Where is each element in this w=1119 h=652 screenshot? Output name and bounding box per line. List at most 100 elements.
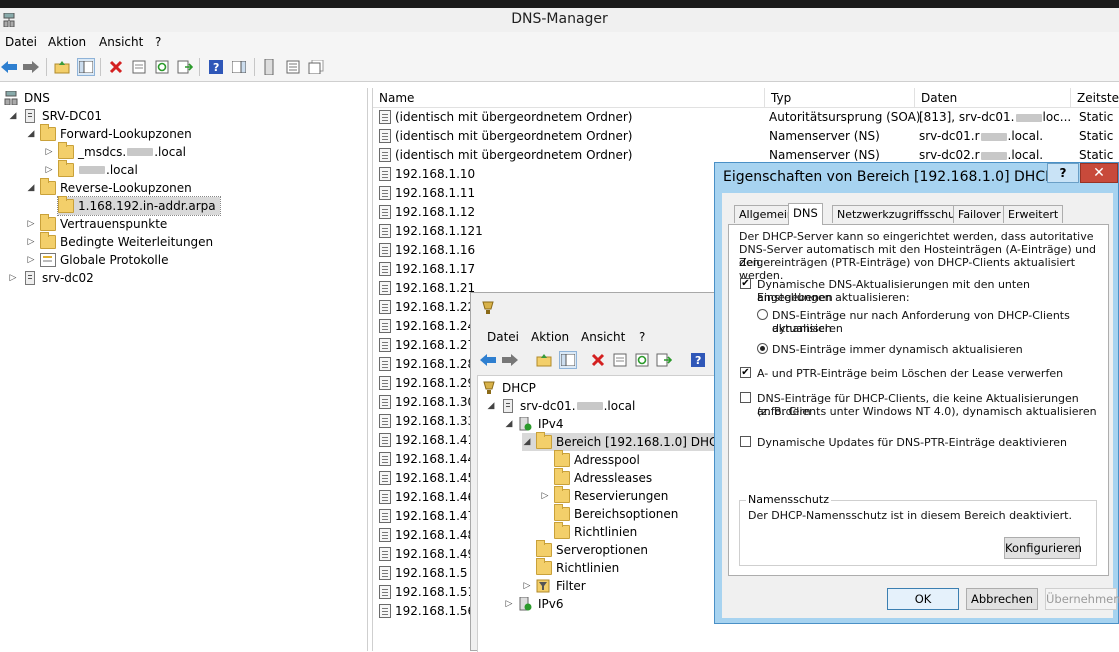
tab-dns[interactable]: DNS	[788, 203, 823, 225]
record-name: 192.168.1.16	[395, 243, 476, 257]
column-header-type[interactable]: Typ	[765, 88, 915, 108]
dialog-close-button[interactable]: ✕	[1080, 163, 1118, 183]
help-icon[interactable]: ?	[689, 351, 707, 369]
tree-item-trust-points[interactable]: ▷ Vertrauenspunkte	[26, 214, 167, 233]
dhcp-tree-item-policies[interactable]: Richtlinien	[554, 522, 637, 541]
dhcp-tree-item-reservations[interactable]: ▷ Reservierungen	[540, 486, 668, 505]
menu-file[interactable]: Datei	[5, 35, 37, 49]
record-icon	[379, 300, 391, 314]
tree-item-forward-zones[interactable]: ◢ Forward-Lookupzonen	[26, 124, 192, 143]
update-on-request-radio[interactable]	[757, 309, 768, 320]
menu-action[interactable]: Aktion	[48, 35, 86, 49]
tree-label: .local	[106, 163, 138, 177]
server-icon[interactable]	[260, 58, 278, 76]
tree-label: .local	[154, 145, 187, 159]
properties-icon[interactable]	[611, 351, 629, 369]
ok-button[interactable]: OK	[887, 588, 959, 610]
expand-arrow-icon[interactable]: ▷	[26, 237, 36, 247]
expand-arrow-icon[interactable]: ▷	[26, 255, 36, 265]
expand-arrow-icon[interactable]: ▷	[44, 165, 54, 175]
table-row[interactable]: (identisch mit übergeordnetem Ordner) Au…	[373, 108, 1119, 127]
collapse-arrow-icon[interactable]: ◢	[26, 129, 36, 139]
help-icon[interactable]: ?	[207, 58, 225, 76]
tab-advanced[interactable]: Erweitert	[1003, 205, 1064, 223]
record-icon	[379, 262, 391, 276]
collapse-arrow-icon[interactable]: ◢	[8, 111, 18, 121]
column-header-name[interactable]: Name	[373, 88, 765, 108]
table-row[interactable]: (identisch mit übergeordnetem Ordner) Na…	[373, 127, 1119, 146]
expand-arrow-icon[interactable]: ▷	[540, 491, 550, 501]
collapse-arrow-icon[interactable]: ◢	[26, 183, 36, 193]
delete-icon[interactable]	[107, 58, 125, 76]
expand-arrow-icon[interactable]: ▷	[44, 147, 54, 157]
collapse-arrow-icon[interactable]: ◢	[522, 437, 532, 447]
apply-button[interactable]: Übernehmen	[1045, 588, 1119, 610]
list-view-icon[interactable]	[284, 58, 302, 76]
up-folder-icon[interactable]	[53, 58, 71, 76]
dhcp-menu-help[interactable]: ?	[639, 330, 645, 344]
copy-records-icon[interactable]	[307, 58, 325, 76]
expand-arrow-icon[interactable]: ▷	[8, 273, 18, 283]
dialog-help-button[interactable]: ?	[1047, 163, 1079, 183]
dhcp-tree-item-root[interactable]: DHCP	[482, 379, 536, 397]
show-tree-icon[interactable]	[77, 58, 95, 76]
show-tree-icon[interactable]	[559, 351, 577, 369]
dhcp-tree-item-address-pool[interactable]: Adresspool	[554, 450, 640, 469]
tree-item-global-logs[interactable]: ▷ Globale Protokolle	[26, 251, 168, 269]
disable-ptr-updates-checkbox[interactable]	[740, 436, 751, 447]
dhcp-menu-view[interactable]: Ansicht	[581, 330, 625, 344]
back-arrow-icon[interactable]	[479, 351, 497, 369]
dhcp-tree-item-address-leases[interactable]: Adressleases	[554, 468, 652, 487]
dhcp-tree-item-policies2[interactable]: Richtlinien	[536, 558, 619, 577]
delete-icon[interactable]	[589, 351, 607, 369]
column-header-timestamp[interactable]: Zeitstem	[1071, 88, 1119, 108]
dhcp-app-icon	[481, 301, 495, 318]
export-list-icon[interactable]	[655, 351, 673, 369]
refresh-icon[interactable]	[633, 351, 651, 369]
export-list-icon[interactable]	[176, 58, 194, 76]
expand-arrow-icon[interactable]: ▷	[504, 599, 514, 609]
dhcp-tree-item-ipv4[interactable]: ◢ IPv4	[504, 415, 564, 433]
dhcp-tree-item-server-options[interactable]: Serveroptionen	[536, 540, 648, 559]
dynamic-update-checkbox[interactable]: ✔	[740, 278, 751, 289]
record-name: (identisch mit übergeordnetem Ordner)	[395, 110, 633, 124]
record-icon	[379, 319, 391, 333]
tree-item-local-zone[interactable]: ▷ .local	[44, 160, 138, 179]
dhcp-tree-item-server[interactable]: ◢ srv-dc01. .local	[486, 397, 635, 415]
dhcp-tree-item-ipv6[interactable]: ▷ IPv6	[504, 595, 564, 613]
discard-records-checkbox[interactable]: ✔	[740, 367, 751, 378]
forward-arrow-icon[interactable]	[22, 58, 40, 76]
expand-arrow-icon[interactable]: ▷	[522, 581, 532, 591]
collapse-arrow-icon[interactable]: ◢	[486, 401, 496, 411]
tab-failover[interactable]: Failover	[953, 205, 1006, 223]
tree-item-srv-dc01[interactable]: ◢ SRV-DC01	[8, 107, 102, 125]
tree-item-conditional-forwarders[interactable]: ▷ Bedingte Weiterleitungen	[26, 232, 213, 251]
collapse-arrow-icon[interactable]: ◢	[504, 419, 514, 429]
column-header-data[interactable]: Daten	[915, 88, 1071, 108]
show-action-pane-icon[interactable]	[230, 58, 248, 76]
dhcp-tree-item-filter[interactable]: ▷ Filter	[522, 577, 586, 595]
dhcp-menu-file[interactable]: Datei	[487, 330, 519, 344]
tab-nap[interactable]: Netzwerkzugriffsschutz	[832, 205, 971, 223]
forward-arrow-icon[interactable]	[501, 351, 519, 369]
tree-item-msdcs-zone[interactable]: ▷ _msdcs. .local	[44, 142, 187, 161]
tree-item-srv-dc02[interactable]: ▷ srv-dc02	[8, 269, 94, 287]
dhcp-menu-action[interactable]: Aktion	[531, 330, 569, 344]
dhcp-tree-item-scope[interactable]: ◢ Bereich [192.168.1.0] DHCP De	[522, 432, 734, 451]
up-folder-icon[interactable]	[535, 351, 553, 369]
menu-view[interactable]: Ansicht	[99, 35, 143, 49]
cancel-button[interactable]: Abbrechen	[966, 588, 1038, 610]
expand-arrow-icon[interactable]: ▷	[26, 219, 36, 229]
properties-icon[interactable]	[130, 58, 148, 76]
legacy-clients-checkbox[interactable]	[740, 392, 751, 403]
configure-button[interactable]: Konfigurieren	[1004, 537, 1082, 559]
dhcp-tree-item-scope-options[interactable]: Bereichsoptionen	[554, 504, 678, 523]
menu-help[interactable]: ?	[155, 35, 161, 49]
tree-label: _msdcs.	[78, 145, 127, 159]
tree-item-reverse-zones[interactable]: ◢ Reverse-Lookupzonen	[26, 178, 192, 197]
refresh-icon[interactable]	[153, 58, 171, 76]
tree-item-dns[interactable]: DNS	[4, 89, 50, 107]
back-arrow-icon[interactable]	[0, 58, 18, 76]
tree-item-reverse-zone-selected[interactable]: 1.168.192.in-addr.arpa	[57, 196, 221, 216]
update-always-radio[interactable]	[757, 343, 768, 354]
